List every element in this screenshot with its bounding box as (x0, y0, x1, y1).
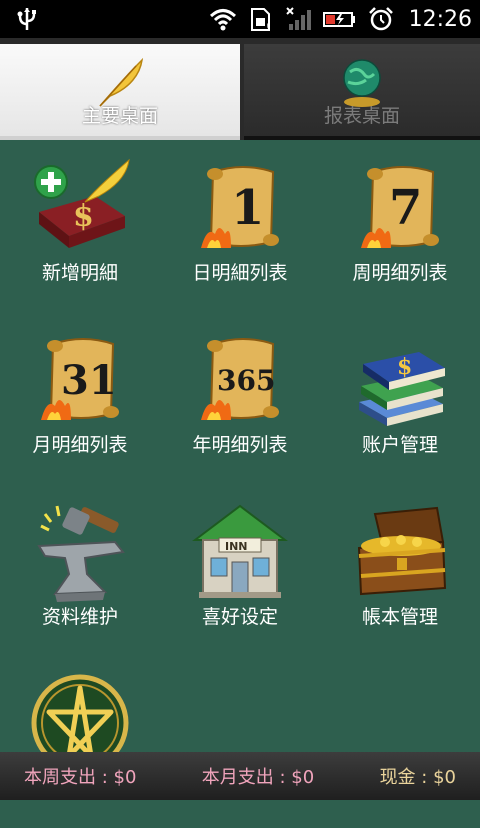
sim-card-icon: ! (250, 8, 270, 32)
grid-item-preferences[interactable]: INN 喜好设定 (160, 486, 320, 656)
grid-item-label: 账户管理 (361, 434, 438, 456)
tab-main-label: 主要桌面 (81, 105, 158, 127)
clock-time: 12:26 (408, 6, 472, 32)
battery-icon (322, 12, 355, 27)
grid-item-ledger-management[interactable]: 帳本管理 (320, 486, 480, 656)
tab-report-desktop[interactable]: 报表桌面 (244, 44, 480, 140)
grid-item-pentagram[interactable] (0, 658, 160, 828)
svg-text:$: $ (397, 354, 412, 380)
svg-text:INN: INN (225, 540, 248, 553)
alarm-icon (368, 7, 393, 31)
grid-item-label: 月明细列表 (32, 434, 128, 456)
grid-item-label: 资料维护 (41, 606, 118, 628)
weekly-scroll-icon: 7 (361, 166, 439, 248)
treasure-chest-icon (357, 506, 447, 596)
grid-item-monthly-list[interactable]: 31 月明细列表 (0, 314, 160, 484)
grid-item-label: 帳本管理 (361, 606, 438, 628)
tab-report-label: 报表桌面 (323, 105, 400, 127)
main-grid: $ 新增明細 1 日明細列表 7 周明细列表 31 月明细列表 365 年明细列… (0, 142, 480, 772)
grid-item-yearly-list[interactable]: 365 年明细列表 (160, 314, 320, 484)
yearly-scroll-icon: 365 (201, 338, 279, 420)
tab-bar: 主要桌面 报表桌面 (0, 38, 480, 140)
monthly-scroll-icon: 31 (41, 338, 119, 420)
wifi-icon (209, 9, 236, 31)
grid-item-label: 新增明細 (41, 262, 118, 284)
grid-item-add-detail[interactable]: $ 新增明細 (0, 142, 160, 312)
weekly-expense: 本周支出 : $0 (24, 767, 137, 788)
svg-text:31: 31 (61, 357, 117, 404)
grid-item-data-maintenance[interactable]: 资料维护 (0, 486, 160, 656)
svg-text:365: 365 (217, 364, 275, 397)
svg-text:7: 7 (389, 180, 422, 236)
daily-scroll-icon: 1 (201, 166, 279, 248)
svg-text:1: 1 (231, 180, 264, 236)
grid-item-weekly-list[interactable]: 7 周明细列表 (320, 142, 480, 312)
grid-item-account-management[interactable]: $ 账户管理 (320, 314, 480, 484)
grid-item-daily-list[interactable]: 1 日明細列表 (160, 142, 320, 312)
usb-icon (17, 8, 36, 30)
inn-icon: INN (192, 504, 288, 598)
books-icon: $ (359, 352, 445, 426)
svg-text:$: $ (73, 199, 94, 234)
tab-main-desktop[interactable]: 主要桌面 (0, 44, 240, 140)
summary-bar: 本周支出 : $0 本月支出 : $0 现金 : $0 (0, 752, 480, 800)
svg-text:!: ! (266, 23, 270, 32)
cash-balance: 现金 : $0 (379, 767, 456, 788)
status-bar: ! 12:26 (0, 0, 480, 38)
signal-icon (285, 7, 311, 30)
monthly-expense: 本月支出 : $0 (201, 767, 315, 788)
grid-item-label: 年明细列表 (192, 434, 288, 456)
grid-item-label: 周明细列表 (352, 262, 448, 284)
anvil-icon (37, 505, 125, 602)
grid-item-label: 喜好设定 (201, 606, 278, 628)
grid-item-label: 日明細列表 (192, 262, 288, 284)
add-ledger-icon: $ (34, 158, 130, 248)
